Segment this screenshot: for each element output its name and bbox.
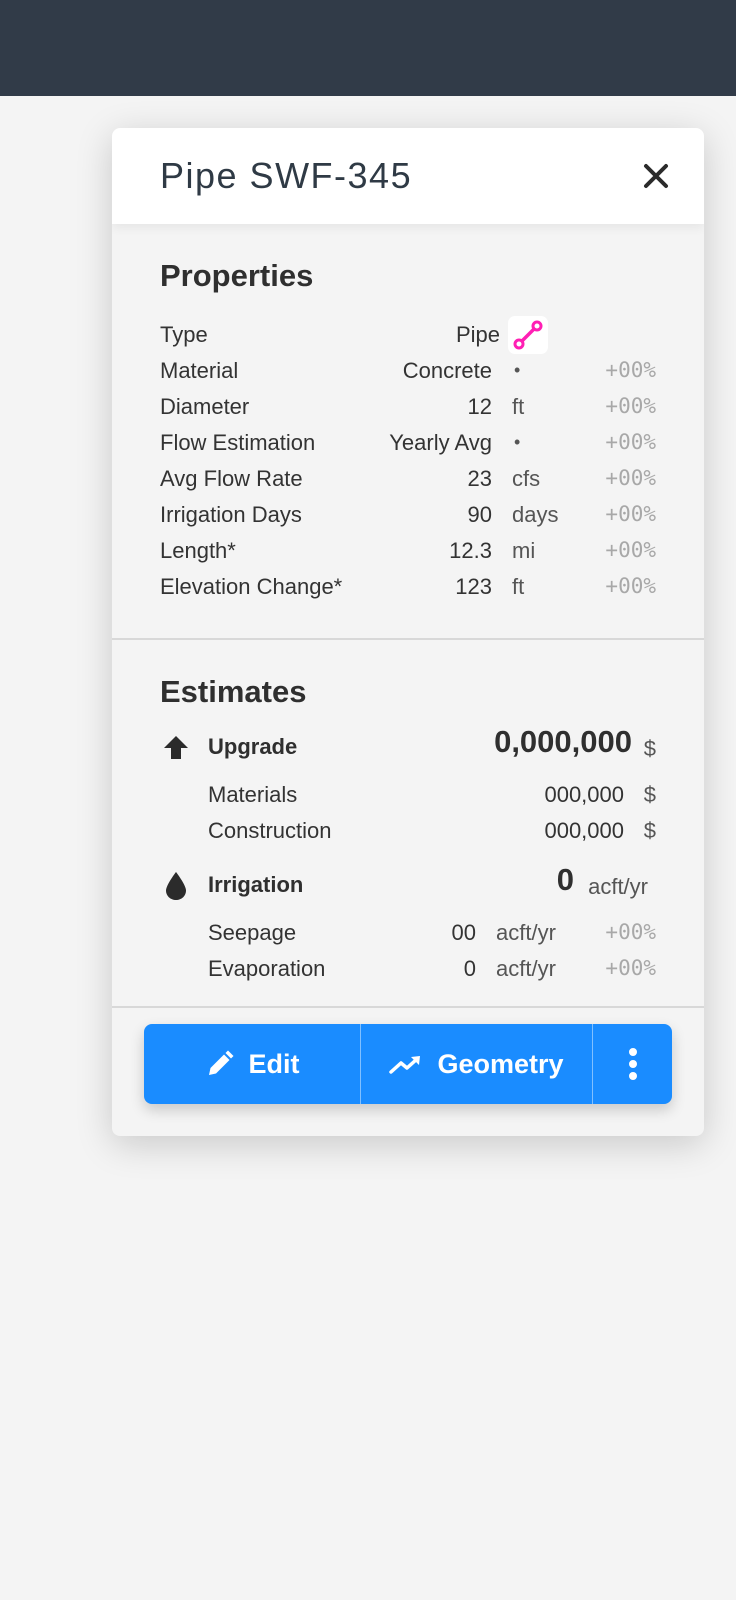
property-value[interactable]: 90 [468,502,492,528]
upgrade-estimate: Upgrade 0,000,000 $ [160,724,656,772]
property-value: Pipe [455,322,500,347]
estimate-item-value: 000,000 [544,818,624,843]
feature-detail-panel: Pipe SWF-345 Properties Type Pipe Materi… [112,128,704,1136]
property-unit: ft [512,574,525,599]
estimates-section: Estimates Upgrade 0,000,000 $ Materials … [112,640,704,986]
geometry-label: Geometry [437,1048,564,1079]
estimate-adjust-pct[interactable]: +00% [605,956,656,980]
property-unit: days [512,502,559,527]
irrigation-unit: acft/yr [588,874,648,899]
property-value[interactable]: 12.3 [449,538,492,564]
property-unit: mi [512,538,536,563]
property-label: Flow Estimation [160,430,316,455]
property-label: Length* [160,538,236,563]
estimate-item-value: 000,000 [544,782,624,807]
property-unit: cfs [512,466,541,491]
property-adjust-pct[interactable]: +00% [605,358,656,382]
pencil-icon [205,1049,235,1079]
irrigation-total: 0 [556,862,574,897]
estimate-item-label: Evaporation [208,956,326,981]
property-row-diameter: Diameter 12 ft +00% [160,388,656,424]
property-label: Material [160,358,239,383]
property-unit: ft [512,394,525,419]
panel-header: Pipe SWF-345 [112,128,704,224]
properties-title: Properties [160,258,314,293]
property-label: Type [160,322,208,347]
water-drop-icon [160,870,192,902]
section-divider [112,1006,704,1008]
estimates-title: Estimates [160,674,307,709]
estimate-item-label: Seepage [208,920,297,945]
trending-line-icon [389,1052,423,1076]
action-bar: Edit Geometry [144,1024,672,1104]
property-row-elevation-change: Elevation Change* 123 ft +00% [160,568,656,604]
property-adjust-pct[interactable]: +00% [605,502,656,526]
geometry-button[interactable]: Geometry [361,1024,592,1104]
estimate-item-label: Construction [208,818,332,843]
close-button[interactable] [638,158,674,194]
property-adjust-pct[interactable]: +00% [605,430,656,454]
property-row-material[interactable]: Material Concrete • +00% [160,352,656,388]
edit-label: Edit [248,1048,300,1079]
panel-title: Pipe SWF-345 [160,155,413,196]
property-value[interactable]: 23 [468,466,492,492]
estimate-item-label: Materials [208,782,298,807]
property-value[interactable]: 123 [455,574,492,600]
dropdown-dot-icon[interactable]: • [514,360,520,381]
property-row-flow-estimation[interactable]: Flow Estimation Yearly Avg • +00% [160,424,656,460]
property-row-irrigation-days: Irrigation Days 90 days +00% [160,496,656,532]
top-bar [0,0,736,96]
property-adjust-pct[interactable]: +00% [605,466,656,490]
estimate-item-evaporation: Evaporation 0 acft/yr +00% [160,950,656,986]
property-row-length: Length* 12.3 mi +00% [160,532,656,568]
upgrade-label: Upgrade [208,734,298,759]
close-icon [644,164,668,188]
estimate-item-value[interactable]: 00 [452,920,476,946]
property-value: Concrete [402,358,492,383]
property-adjust-pct[interactable]: +00% [605,574,656,598]
arrow-up-icon [160,732,192,764]
estimate-item-value[interactable]: 0 [464,956,476,982]
type-badge [508,316,548,354]
estimate-item-unit: $ [643,782,656,807]
estimate-item-materials: Materials 000,000 $ [160,776,656,812]
pipe-segment-icon [513,320,543,350]
properties-section: Properties Type Pipe Material Concrete •… [112,224,704,638]
property-value[interactable]: 12 [468,394,492,420]
property-adjust-pct[interactable]: +00% [605,538,656,562]
estimate-adjust-pct[interactable]: +00% [605,920,656,944]
property-row-type: Type Pipe [160,316,656,354]
property-adjust-pct[interactable]: +00% [605,394,656,418]
edit-button[interactable]: Edit [144,1024,360,1104]
irrigation-label: Irrigation [208,872,304,897]
irrigation-estimate: Irrigation 0 acft/yr [160,862,656,910]
more-options-button[interactable] [593,1024,672,1104]
estimate-item-unit: acft/yr [496,920,556,945]
property-label: Elevation Change* [160,574,343,599]
estimate-item-construction: Construction 000,000 $ [160,812,656,848]
property-label: Avg Flow Rate [160,466,303,491]
upgrade-unit: $ [643,736,656,761]
estimate-item-seepage: Seepage 00 acft/yr +00% [160,914,656,950]
more-vertical-icon [628,1048,637,1080]
dropdown-dot-icon[interactable]: • [514,432,520,453]
property-label: Irrigation Days [160,502,302,527]
upgrade-total: 0,000,000 [494,724,632,759]
property-value: Yearly Avg [389,430,492,455]
property-label: Diameter [160,394,250,419]
property-row-avg-flow-rate: Avg Flow Rate 23 cfs +00% [160,460,656,496]
estimate-item-unit: acft/yr [496,956,556,981]
estimate-item-unit: $ [643,818,656,843]
